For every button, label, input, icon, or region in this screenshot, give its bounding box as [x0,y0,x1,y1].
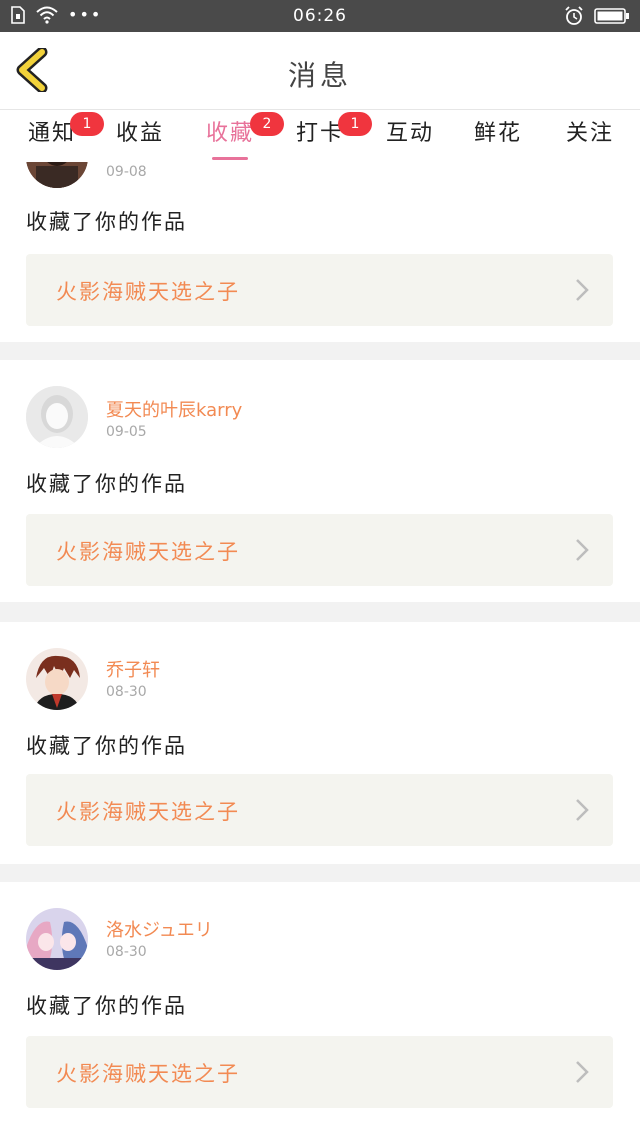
tab-label: 关注 [565,121,614,146]
badge: 2 [250,112,284,136]
action-text: 收藏了你的作品 [26,994,187,1018]
avatar[interactable] [26,386,88,448]
tab-checkin[interactable]: 打卡 1 [290,112,372,162]
tab-label: 收益 [115,121,164,146]
work-link[interactable]: 火影海贼天选之子 [26,1036,613,1108]
list-item: 09-08 收藏了你的作品 火影海贼天选之子 [0,162,640,342]
status-bar: ••• 06:26 [0,0,640,32]
tab-bar: 通知 1 收益 收藏 2 打卡 1 互动 鲜花 关注 [0,110,640,162]
badge: 1 [70,112,104,136]
tab-flowers[interactable]: 鲜花 [468,120,528,162]
action-text: 收藏了你的作品 [26,472,187,496]
date: 08-30 [106,944,147,960]
tab-earnings[interactable]: 收益 [110,120,170,162]
work-title: 火影海贼天选之子 [56,800,240,824]
username[interactable]: 乔子轩 [106,656,160,682]
username[interactable]: 夏天的叶辰karry [106,396,242,422]
chevron-right-icon [576,279,589,301]
action-text: 收藏了你的作品 [26,210,187,234]
tab-interactions[interactable]: 互动 [380,120,440,162]
tab-label: 互动 [385,121,434,146]
avatar[interactable] [26,648,88,710]
list-item: 夏天的叶辰karry 09-05 收藏了你的作品 火影海贼天选之子 [0,360,640,602]
work-link[interactable]: 火影海贼天选之子 [26,774,613,846]
chevron-right-icon [576,539,589,561]
date: 08-30 [106,684,147,700]
chevron-right-icon [576,799,589,821]
badge: 1 [338,112,372,136]
work-link[interactable]: 火影海贼天选之子 [26,254,613,326]
active-tab-indicator [212,157,248,160]
work-title: 火影海贼天选之子 [56,280,240,304]
list-item: 洛水ジュエリ 08-30 收藏了你的作品 火影海贼天选之子 [0,882,640,1138]
work-title: 火影海贼天选之子 [56,540,240,564]
avatar[interactable] [26,908,88,970]
tab-notifications[interactable]: 通知 1 [22,112,104,162]
avatar[interactable] [26,162,88,188]
tab-favorites[interactable]: 收藏 2 [200,112,284,162]
battery-icon [594,8,629,24]
list-item: 乔子轩 08-30 收藏了你的作品 火影海贼天选之子 [0,622,640,864]
nav-bar: 消息 [0,32,640,110]
page-title: 消息 [287,59,352,92]
action-text: 收藏了你的作品 [26,734,187,758]
message-feed[interactable]: 09-08 收藏了你的作品 火影海贼天选之子 夏天的叶辰karry 09-05 … [0,162,640,1138]
alarm-icon [565,6,583,25]
status-time: 06:26 [293,6,347,26]
chevron-right-icon [576,1061,589,1083]
status-right [564,6,630,26]
work-link[interactable]: 火影海贼天选之子 [26,514,613,586]
date: 09-05 [106,424,147,440]
username[interactable]: 洛水ジュエリ [106,916,213,942]
tab-following[interactable]: 关注 [560,120,620,162]
date: 09-08 [106,164,147,180]
work-title: 火影海贼天选之子 [56,1062,240,1086]
tab-label: 鲜花 [473,121,522,146]
